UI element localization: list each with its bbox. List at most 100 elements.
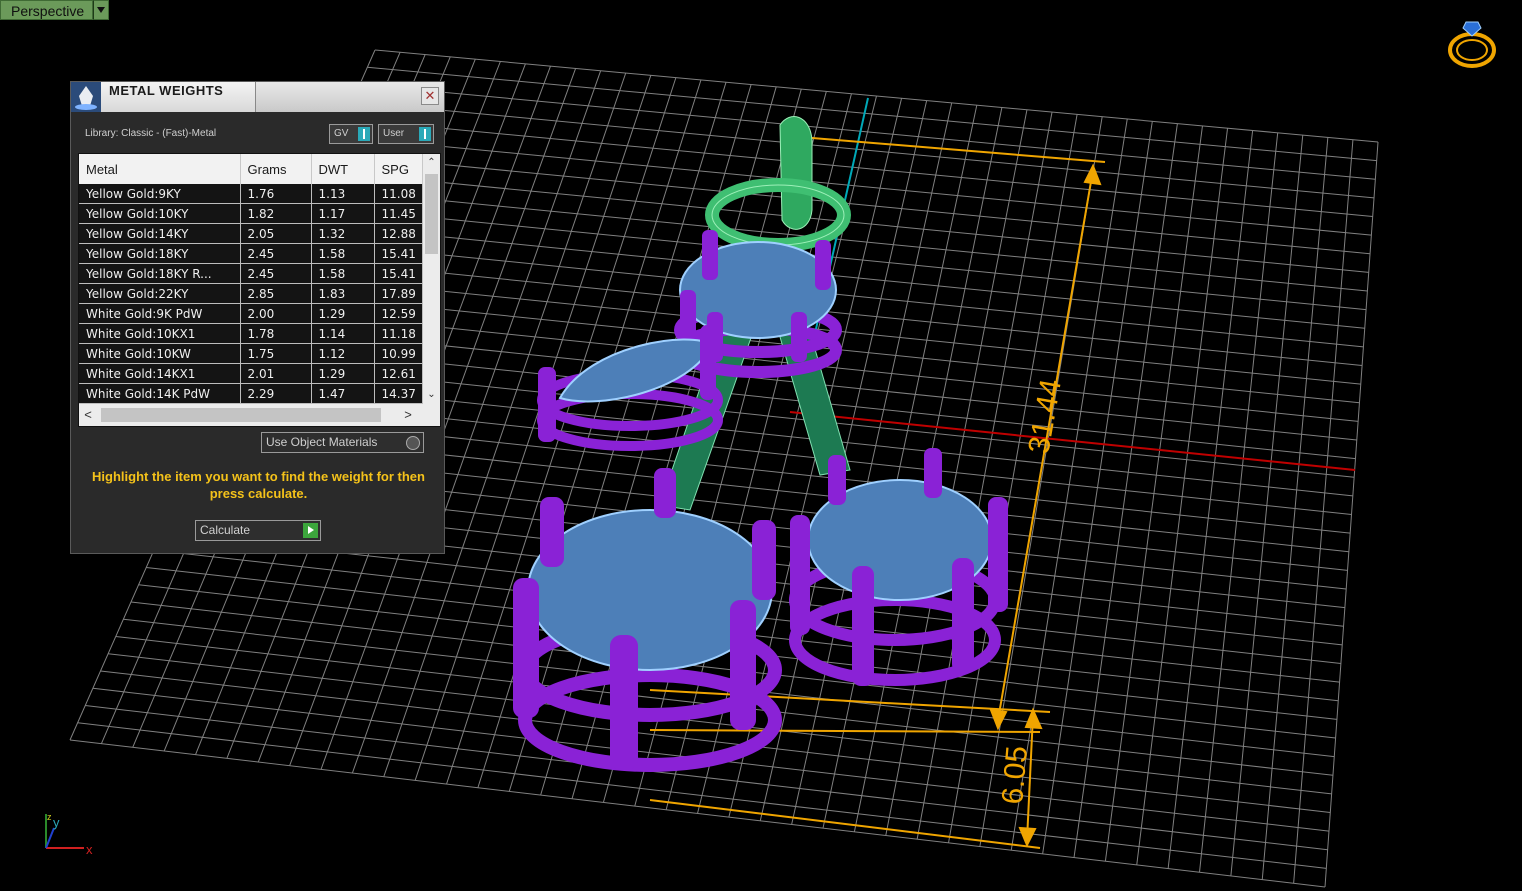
cell-grams: 2.85 [240,283,312,304]
column-header-grams[interactable]: Grams [240,154,312,184]
cell-dwt: 1.58 [311,263,375,284]
cell-metal: Yellow Gold:18KY [79,243,241,264]
table-row[interactable]: Yellow Gold:9KY 1.76 1.13 11.08 [79,184,423,204]
cell-spg: 14.37 [374,383,423,404]
viewport-label[interactable]: Perspective [0,0,94,20]
svg-text:z: z [47,812,52,822]
cell-metal: White Gold:14KX1 [79,363,241,384]
table-row[interactable]: White Gold:10KX1 1.78 1.14 11.18 [79,323,423,344]
instruction-text: Highlight the item you want to find the … [92,469,425,501]
ring-icon[interactable] [1446,16,1498,70]
user-toggle[interactable]: User [378,124,434,144]
cell-spg: 12.61 [374,363,423,384]
toggle-switch-icon [358,127,370,141]
cell-spg: 10.99 [374,343,423,364]
horizontal-scroll-thumb[interactable] [101,408,381,422]
cell-metal: White Gold:10KX1 [79,323,241,344]
cell-dwt: 1.12 [311,343,375,364]
cell-spg: 12.88 [374,223,423,244]
bail-loop [705,116,851,252]
user-toggle-label: User [383,128,405,139]
gv-toggle[interactable]: GV [329,124,373,144]
gv-toggle-label: GV [334,128,349,139]
cell-spg: 11.18 [374,323,423,344]
metal-weights-panel: METAL WEIGHTS ✕ Library: Classic - (Fast… [70,81,445,554]
cell-grams: 2.29 [240,383,312,404]
table-row[interactable]: Yellow Gold:18KY R... 2.45 1.58 15.41 [79,263,423,284]
cell-grams: 2.05 [240,223,312,244]
cell-dwt: 1.17 [311,203,375,224]
viewport-label-tab[interactable]: Perspective [0,0,110,20]
metal-table: Metal Grams DWT SPG Yellow Gold:9KY 1.76 1… [78,153,441,427]
vertical-scroll-thumb[interactable] [425,174,438,254]
cell-grams: 1.76 [240,184,312,204]
cell-grams: 1.75 [240,343,312,364]
svg-text:y: y [53,815,60,830]
cell-spg: 12.59 [374,303,423,324]
toggle-switch-icon [419,127,431,141]
metal-weights-icon [71,82,101,112]
cell-metal: Yellow Gold:14KY [79,223,241,244]
use-object-materials-toggle[interactable]: Use Object Materials [261,432,424,453]
calculate-label: Calculate [200,523,251,537]
cell-grams: 1.78 [240,323,312,344]
table-header-row: Metal Grams DWT SPG [79,154,423,184]
close-icon[interactable]: ✕ [421,87,439,105]
scroll-left-icon[interactable]: < [79,404,97,426]
cell-grams: 2.00 [240,303,312,324]
cell-dwt: 1.47 [311,383,375,404]
column-header-spg[interactable]: SPG [374,154,423,184]
library-label: Library: Classic - (Fast)-Metal [85,128,217,139]
table-row[interactable]: White Gold:14KX1 2.01 1.29 12.61 [79,363,423,384]
table-row[interactable]: Yellow Gold:18KY 2.45 1.58 15.41 [79,243,423,264]
vertical-scrollbar[interactable]: ⌃ ⌄ [423,154,440,404]
cell-metal: Yellow Gold:22KY [79,283,241,304]
cell-dwt: 1.32 [311,223,375,244]
dimension-6-05: 6.05 [649,707,1043,849]
cell-spg: 17.89 [374,283,423,304]
cell-dwt: 1.83 [311,283,375,304]
cell-metal: Yellow Gold:10KY [79,203,241,224]
cell-grams: 2.45 [240,263,312,284]
cell-spg: 15.41 [374,243,423,264]
cell-dwt: 1.14 [311,323,375,344]
horizontal-scrollbar[interactable]: < > [79,404,440,426]
right-round-setting [789,448,1008,686]
cell-metal: White Gold:14K PdW [79,383,241,404]
cell-grams: 2.01 [240,363,312,384]
use-object-materials-label: Use Object Materials [266,435,378,449]
cell-dwt: 1.29 [311,303,375,324]
viewport-menu-arrow-icon[interactable] [93,0,110,20]
scroll-right-icon[interactable]: > [399,404,417,426]
cell-spg: 15.41 [374,263,423,284]
axis-gizmo: x y z [45,812,93,857]
dimension-label-1: 31.44 [1022,377,1068,457]
panel-title: METAL WEIGHTS [109,83,224,98]
cell-dwt: 1.58 [311,243,375,264]
cell-grams: 2.45 [240,243,312,264]
cell-spg: 11.45 [374,203,423,224]
table-row[interactable]: Yellow Gold:14KY 2.05 1.32 12.88 [79,223,423,244]
scroll-down-icon[interactable]: ⌄ [423,386,440,404]
cell-metal: White Gold:10KW [79,343,241,364]
cell-metal: White Gold:9K PdW [79,303,241,324]
svg-text:x: x [86,842,93,857]
table-row[interactable]: White Gold:10KW 1.75 1.12 10.99 [79,343,423,364]
dimension-label-2: 6.05 [996,745,1034,806]
table-row[interactable]: Yellow Gold:10KY 1.82 1.17 11.45 [79,203,423,224]
table-row[interactable]: Yellow Gold:22KY 2.85 1.83 17.89 [79,283,423,304]
column-header-metal[interactable]: Metal [79,154,241,184]
radio-icon[interactable] [406,436,420,450]
table-row[interactable]: White Gold:9K PdW 2.00 1.29 12.59 [79,303,423,324]
column-header-dwt[interactable]: DWT [311,154,375,184]
large-round-setting [513,468,782,772]
scroll-up-icon[interactable]: ⌃ [423,154,440,172]
cell-grams: 1.82 [240,203,312,224]
table-row[interactable]: White Gold:14K PdW 2.29 1.47 14.37 [79,383,423,404]
cell-dwt: 1.13 [311,184,375,204]
calculate-button[interactable]: Calculate [195,520,321,541]
cell-dwt: 1.29 [311,363,375,384]
panel-titlebar[interactable]: METAL WEIGHTS ✕ [71,82,444,112]
play-icon [303,523,318,538]
cell-metal: Yellow Gold:9KY [79,184,241,204]
